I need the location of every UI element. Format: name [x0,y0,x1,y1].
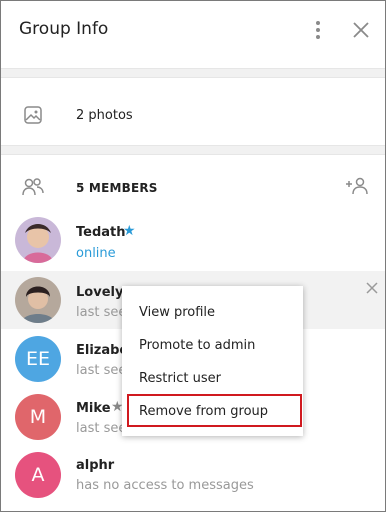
members-icon [22,178,44,196]
menu-item-promote-to-admin[interactable]: Promote to admin [122,329,303,362]
member-name: Tedath [76,225,126,240]
avatar [15,217,61,263]
divider [1,68,385,78]
member-name: alphr [76,458,115,473]
more-options-icon[interactable] [309,19,327,41]
divider [1,145,385,155]
members-header [1,166,385,210]
close-icon[interactable] [350,19,372,41]
page-title: Group Info [19,19,109,39]
members-heading: 5 MEMBERS [76,181,158,195]
photos-label[interactable]: 2 photos [76,108,133,123]
remove-member-icon[interactable] [365,281,379,295]
member-name: Mike [76,401,111,416]
header: Group Info [1,1,385,59]
menu-item-remove-from-group[interactable]: Remove from group [122,395,303,428]
avatar: M [15,394,61,440]
context-menu: View profile Promote to admin Restrict u… [122,286,303,436]
avatar: A [15,452,61,498]
group-info-window: Group Info 2 photos 5 MEMBERS Tedath ★ o… [0,0,386,512]
photos-row[interactable] [1,87,385,145]
menu-item-restrict-user[interactable]: Restrict user [122,362,303,395]
member-status: has no access to messages [76,478,254,493]
menu-item-view-profile[interactable]: View profile [122,296,303,329]
avatar: EE [15,336,61,382]
admin-star-icon: ★ [123,223,136,239]
avatar [15,277,61,323]
photo-icon [24,106,42,124]
add-member-icon[interactable] [345,176,369,196]
member-status: online [76,246,116,261]
